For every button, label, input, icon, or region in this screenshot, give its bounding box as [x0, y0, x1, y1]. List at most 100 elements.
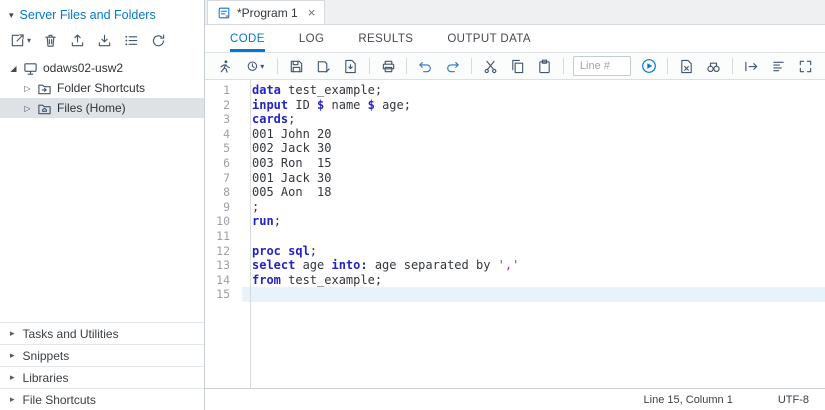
- code-text[interactable]: 001 John 20: [242, 127, 825, 142]
- undo-icon: [419, 61, 431, 72]
- cut-button[interactable]: [481, 56, 499, 76]
- paste-icon: [539, 59, 551, 73]
- copy-button[interactable]: [508, 56, 526, 76]
- code-line[interactable]: 12 proc sql;: [205, 244, 825, 259]
- submission-history-button[interactable]: ▾: [242, 56, 268, 76]
- line-number: 1: [223, 83, 230, 97]
- print-button[interactable]: [379, 56, 397, 76]
- expanded-node-icon[interactable]: ◢: [9, 64, 18, 73]
- tab-output-data[interactable]: OUTPUT DATA: [447, 25, 531, 52]
- goto-line-button[interactable]: [640, 56, 658, 76]
- sidebar-item-tasks-and-utilities[interactable]: ▸ Tasks and Utilities: [0, 322, 204, 344]
- code-line[interactable]: 8 005 Aon 18: [205, 185, 825, 200]
- code-line[interactable]: 11: [205, 229, 825, 244]
- tree-node-files-home[interactable]: ▷ Files (Home): [0, 98, 204, 118]
- line-number: 9: [223, 199, 230, 214]
- program-tab[interactable]: *Program 1 ×: [207, 0, 326, 24]
- tab-results[interactable]: RESULTS: [358, 25, 413, 52]
- section-arrow-icon: ▸: [10, 394, 15, 404]
- running-man-icon: [220, 59, 230, 73]
- upload-button[interactable]: [70, 33, 85, 48]
- collapsed-node-icon[interactable]: ▷: [23, 84, 32, 93]
- save-button[interactable]: [287, 56, 305, 76]
- undo-button[interactable]: [416, 56, 434, 76]
- tab-log[interactable]: LOG: [299, 25, 325, 52]
- download-button[interactable]: [97, 33, 112, 48]
- server-files-section-header[interactable]: ▾ Server Files and Folders: [0, 0, 204, 27]
- code-text[interactable]: 003 Ron 15: [242, 156, 825, 171]
- line-number-input[interactable]: [572, 56, 631, 76]
- code-line[interactable]: 6 003 Ron 15: [205, 156, 825, 171]
- code-line[interactable]: 5 002 Jack 30: [205, 141, 825, 156]
- section-arrow-icon: ▸: [10, 350, 15, 360]
- code-text[interactable]: ;: [242, 200, 825, 215]
- paste-button[interactable]: [536, 56, 554, 76]
- editor-toolbar: ▾: [205, 53, 825, 80]
- collapsed-node-icon[interactable]: ▷: [23, 104, 32, 113]
- sidebar-sections: ▸ Tasks and Utilities ▸ Snippets ▸ Libra…: [0, 322, 204, 410]
- line-number: 10: [216, 214, 230, 229]
- document-tabbar: *Program 1 ×: [205, 0, 825, 25]
- refresh-icon: [152, 34, 165, 47]
- code-text[interactable]: proc sql;: [242, 244, 825, 259]
- trash-icon: [45, 34, 56, 47]
- code-line[interactable]: 1 data test_example;: [205, 83, 825, 98]
- play-circle-icon: [642, 59, 656, 73]
- line-number: 6: [223, 155, 230, 170]
- code-text[interactable]: input ID $ name $ age;: [242, 98, 825, 113]
- toolbar-separator: [563, 58, 564, 74]
- code-text[interactable]: [242, 229, 825, 244]
- find-replace-button[interactable]: [705, 56, 723, 76]
- sidebar-item-label: Libraries: [22, 370, 69, 385]
- sidebar-item-label: File Shortcuts: [22, 392, 96, 407]
- tab-code[interactable]: CODE: [230, 25, 265, 52]
- format-code-button[interactable]: [769, 56, 787, 76]
- save-as-icon: [317, 60, 330, 72]
- code-text[interactable]: 001 Jack 30: [242, 171, 825, 186]
- download-code-button[interactable]: [342, 56, 360, 76]
- code-text[interactable]: data test_example;: [242, 83, 825, 98]
- line-number: 13: [216, 258, 230, 273]
- code-editor[interactable]: 1 data test_example; 2 input ID $ name $ ag…: [205, 80, 825, 388]
- code-line[interactable]: 13 select age into: age separated by ',': [205, 258, 825, 273]
- shift-code-button[interactable]: [742, 56, 760, 76]
- submit-button[interactable]: [215, 56, 233, 76]
- code-text[interactable]: run;: [242, 214, 825, 229]
- sidebar-item-file-shortcuts[interactable]: ▸ File Shortcuts: [0, 388, 204, 410]
- sidebar-item-label: Snippets: [22, 348, 70, 363]
- code-line[interactable]: 9;: [205, 200, 825, 215]
- clear-code-button[interactable]: [677, 56, 695, 76]
- code-text[interactable]: [242, 287, 825, 302]
- refresh-button[interactable]: [151, 33, 166, 48]
- sas-studio-app: ▾ Server Files and Folders ▾ ◢ odaws02-u…: [0, 0, 825, 410]
- code-text[interactable]: 002 Jack 30: [242, 141, 825, 156]
- tree-node-server[interactable]: ◢ odaws02-usw2: [0, 58, 204, 78]
- code-line[interactable]: 4 001 John 20: [205, 127, 825, 142]
- code-line[interactable]: 15: [205, 287, 825, 302]
- code-text[interactable]: 005 Aon 18: [242, 185, 825, 200]
- code-text[interactable]: from test_example;: [242, 273, 825, 288]
- maximize-view-button[interactable]: [797, 56, 815, 76]
- folder-shortcut-icon: [37, 81, 52, 96]
- redo-button[interactable]: [444, 56, 462, 76]
- new-item-button[interactable]: ▾: [10, 33, 31, 48]
- line-number: 12: [216, 243, 230, 258]
- code-text[interactable]: select age into: age separated by ',': [242, 258, 825, 273]
- code-line[interactable]: 7 001 Jack 30: [205, 171, 825, 186]
- code-line[interactable]: 10 run;: [205, 214, 825, 229]
- properties-button[interactable]: [124, 33, 139, 48]
- close-tab-icon[interactable]: ×: [308, 5, 316, 20]
- save-as-button[interactable]: [314, 56, 332, 76]
- section-arrow-icon: ▸: [10, 328, 15, 338]
- code-line[interactable]: 14 from test_example;: [205, 273, 825, 288]
- toolbar-separator: [369, 58, 370, 74]
- delete-button[interactable]: [43, 33, 58, 48]
- code-line[interactable]: 3 cards;: [205, 112, 825, 127]
- binoculars-icon: [707, 62, 720, 72]
- sidebar-item-snippets[interactable]: ▸ Snippets: [0, 344, 204, 366]
- code-line[interactable]: 2 input ID $ name $ age;: [205, 98, 825, 113]
- tree-node-label: Files (Home): [57, 101, 126, 115]
- tree-node-folder-shortcuts[interactable]: ▷ Folder Shortcuts: [0, 78, 204, 98]
- sidebar-item-libraries[interactable]: ▸ Libraries: [0, 366, 204, 388]
- code-text[interactable]: cards;: [242, 112, 825, 127]
